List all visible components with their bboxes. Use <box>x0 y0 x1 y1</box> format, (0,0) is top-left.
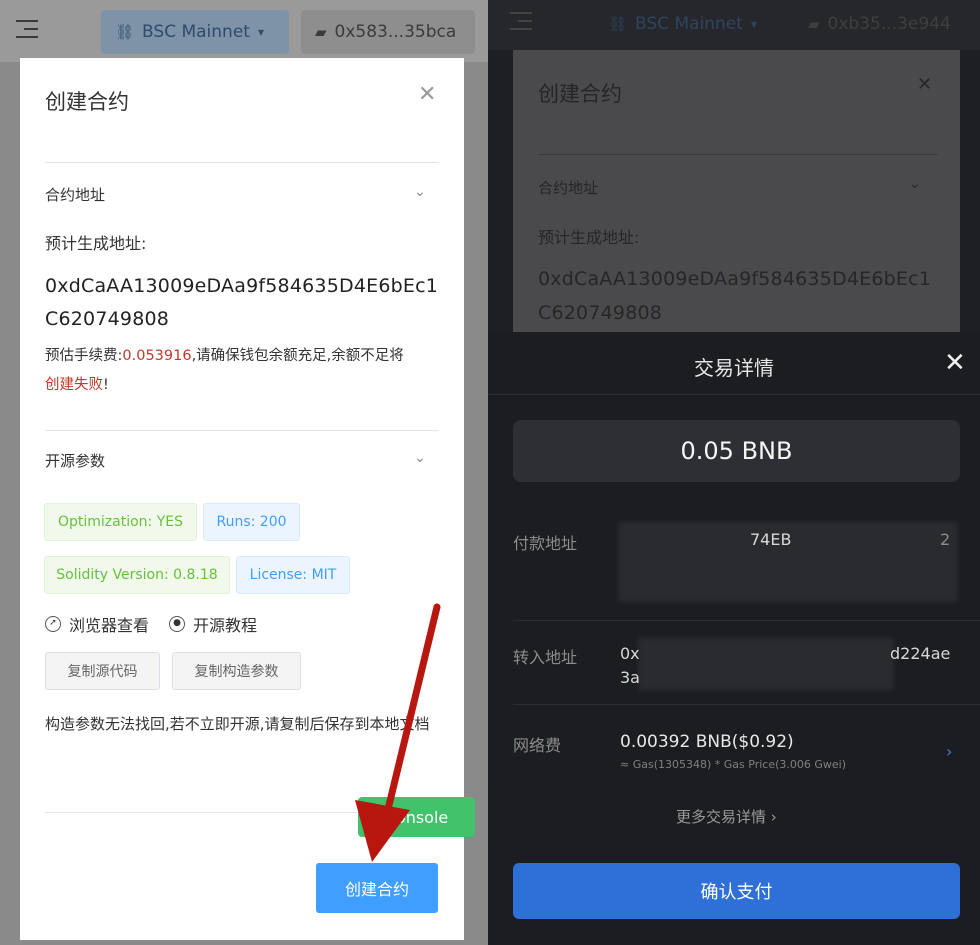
network-icon: ⛓ <box>115 23 135 41</box>
network-label: BSC Mainnet <box>142 22 250 42</box>
runs-tag: Runs: 200 <box>203 503 300 541</box>
tutorial-label: 开源教程 <box>193 616 258 635</box>
close-icon: ✕ <box>917 74 933 95</box>
to-address-label: 转入地址 <box>513 648 578 667</box>
expected-address-label: 预计生成地址: <box>45 234 147 253</box>
left-screenshot: ⛓ BSC Mainnet ▾ ▰ 0x583...35bca 创建合约 ✕ 合… <box>0 0 488 945</box>
fee-middle: ,请确保钱包余额充足,余额不足将 <box>191 348 404 364</box>
right-screenshot: ⛓ BSC Mainnet ▾ ▰ 0xb35...3e944 创建合约 ✕ 合… <box>488 0 980 945</box>
constructor-args-warning: 构造参数无法找回,若不立即开源,请复制后保存到本地文档 <box>45 715 430 733</box>
browser-view-label: 浏览器查看 <box>69 616 150 635</box>
expected-address-label: 预计生成地址: <box>538 228 640 247</box>
network-fee-value: 0.00392 BNB($0.92) <box>620 732 794 752</box>
sheet-title: 交易详情 <box>694 356 774 380</box>
more-details-label: 更多交易详情 <box>676 808 767 826</box>
to-address-line2: 3a <box>620 668 640 687</box>
to-address-redaction <box>638 638 894 690</box>
create-contract-button[interactable]: 创建合约 <box>316 863 438 913</box>
divider <box>45 430 439 431</box>
opensource-tutorial-link[interactable]: ● 开源教程 <box>169 612 257 636</box>
account-label: 0x583...35bca <box>334 22 457 42</box>
network-icon: ⛓ <box>608 15 628 33</box>
to-address-end: d224ae <box>890 644 951 663</box>
close-icon[interactable]: ✕ <box>418 82 436 107</box>
contract-address-section-title: 合约地址 <box>45 186 106 204</box>
compass-icon: ➚ <box>45 616 61 632</box>
opensource-section-title: 开源参数 <box>45 452 106 470</box>
menu-icon[interactable] <box>510 12 532 30</box>
payment-amount: 0.05 BNB <box>513 420 960 482</box>
top-bar: ⛓ BSC Mainnet ▾ ▰ 0xb35...3e944 <box>488 0 980 50</box>
divider <box>488 394 980 395</box>
network-selector[interactable]: ⛓ BSC Mainnet ▾ <box>101 10 289 54</box>
network-fee-detail: ≈ Gas(1305348) * Gas Price(3.006 Gwei) <box>620 758 847 771</box>
fee-value: 0.053916 <box>122 348 192 364</box>
chevron-down-icon: ▾ <box>257 25 264 39</box>
modal-title: 创建合约 <box>45 90 129 114</box>
menu-icon[interactable] <box>16 20 38 38</box>
account-selector[interactable]: ▰ 0x583...35bca <box>301 10 475 54</box>
confirm-payment-button[interactable]: 确认支付 <box>513 863 960 919</box>
to-address-start: 0x <box>620 644 640 663</box>
fee-notice: 预估手续费:0.053916,请确保钱包余额充足,余额不足将创建失败! <box>45 342 449 400</box>
optimization-tag: Optimization: YES <box>44 503 197 541</box>
dimmed-create-contract-modal: 创建合约 ✕ 合约地址 ⌄ 预计生成地址: 0xdCaAA13009eDAa9f… <box>513 50 960 332</box>
chevron-down-icon[interactable]: ⌄ <box>414 450 426 466</box>
close-icon[interactable]: ✕ <box>944 348 966 378</box>
circle-dot-icon: ● <box>169 616 185 632</box>
chevron-down-icon[interactable]: ⌄ <box>414 184 426 200</box>
divider <box>513 704 980 705</box>
license-tag: License: MIT <box>236 556 350 594</box>
from-address-end: 2 <box>940 530 951 549</box>
account-selector[interactable]: ▰ 0xb35...3e944 <box>798 4 980 44</box>
chevron-right-icon[interactable]: › <box>946 742 952 761</box>
fee-suffix: ! <box>103 377 109 393</box>
wallet-icon: ▰ <box>808 15 820 33</box>
fee-prefix: 预估手续费: <box>45 348 123 364</box>
contract-address-value: 0xdCaAA13009eDAa9f584635D4E6bEc1C6207498… <box>538 268 932 324</box>
divider <box>45 162 439 163</box>
browser-view-link[interactable]: ➚ 浏览器查看 <box>45 612 149 636</box>
divider <box>513 620 980 621</box>
contract-address-value: 0xdCaAA13009eDAa9f584635D4E6bEc1C6207498… <box>45 275 439 330</box>
chevron-right-icon: › <box>770 808 777 826</box>
chevron-down-icon: ⌄ <box>909 176 921 192</box>
from-address-label: 付款地址 <box>513 534 578 553</box>
modal-title: 创建合约 <box>538 82 622 106</box>
copy-source-button[interactable]: 复制源代码 <box>45 652 160 690</box>
solidity-version-tag: Solidity Version: 0.8.18 <box>44 556 230 594</box>
wallet-icon: ▰ <box>315 23 327 41</box>
console-button[interactable]: Console <box>358 797 475 837</box>
network-selector[interactable]: ⛓ BSC Mainnet ▾ <box>598 4 768 44</box>
network-fee-label: 网络费 <box>513 736 562 755</box>
contract-address-section-title: 合约地址 <box>538 179 599 197</box>
divider <box>538 154 938 155</box>
account-label: 0xb35...3e944 <box>827 14 951 34</box>
network-label: BSC Mainnet <box>635 14 743 34</box>
more-details-link[interactable]: 更多交易详情 › <box>676 806 777 827</box>
copy-constructor-args-button[interactable]: 复制构造参数 <box>172 652 301 690</box>
top-bar: ⛓ BSC Mainnet ▾ ▰ 0x583...35bca <box>0 0 488 62</box>
chevron-down-icon: ▾ <box>750 17 757 31</box>
fee-fail: 创建失败 <box>45 377 103 393</box>
transaction-details-sheet: 交易详情 ✕ 0.05 BNB 付款地址 74EB 2 转入地址 0x d224… <box>488 332 980 945</box>
from-address-visible: 74EB <box>750 530 792 549</box>
